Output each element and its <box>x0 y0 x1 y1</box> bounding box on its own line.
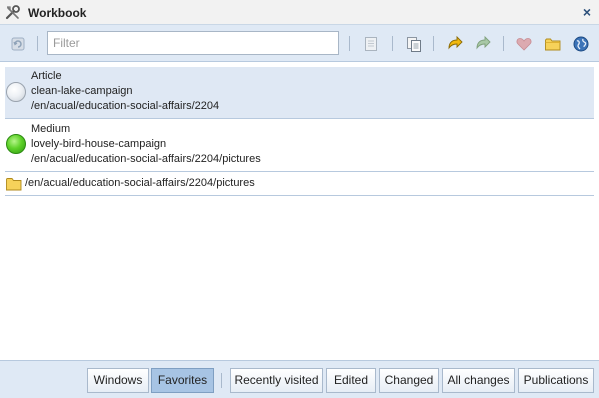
toolbar-separator <box>392 36 393 51</box>
list-item[interactable]: Article clean-lake-campaign /en/acual/ed… <box>5 67 594 119</box>
item-name: lovely-bird-house-campaign <box>31 138 167 150</box>
item-type: Article <box>31 70 62 82</box>
folder-open-icon[interactable] <box>544 35 562 53</box>
forward-arrow-icon[interactable] <box>473 35 491 53</box>
toolbar-separator <box>349 36 350 51</box>
document-icon[interactable] <box>362 35 380 53</box>
item-path: /en/acual/education-social-affairs/2204/… <box>25 177 255 189</box>
list-item[interactable]: Medium lovely-bird-house-campaign /en/ac… <box>5 119 594 172</box>
tools-icon <box>5 5 21 21</box>
toolbar-separator <box>503 36 504 51</box>
toolbar-separator <box>37 36 38 51</box>
tab-recently-visited[interactable]: Recently visited <box>230 368 323 393</box>
close-icon[interactable]: × <box>580 4 594 20</box>
folder-icon <box>6 177 22 191</box>
back-arrow-icon[interactable] <box>445 35 463 53</box>
heart-icon[interactable] <box>515 35 533 53</box>
list-item[interactable]: /en/acual/education-social-affairs/2204/… <box>5 172 594 196</box>
item-name: clean-lake-campaign <box>31 85 133 97</box>
tab-changed[interactable]: Changed <box>379 368 439 393</box>
tab-windows[interactable]: Windows <box>87 368 149 393</box>
toolbar <box>0 25 599 62</box>
copy-icon[interactable] <box>405 35 423 53</box>
tab-publications[interactable]: Publications <box>518 368 594 393</box>
item-path: /en/acual/education-social-affairs/2204/… <box>31 153 261 165</box>
footer-tabbar: Windows Favorites Recently visited Edite… <box>0 360 599 398</box>
item-type: Medium <box>31 123 71 135</box>
item-path: /en/acual/education-social-affairs/2204 <box>31 100 220 112</box>
tab-favorites[interactable]: Favorites <box>151 368 214 393</box>
green-circle-icon <box>6 134 26 154</box>
footer-separator <box>221 373 222 388</box>
window-titlebar: Workbook × <box>0 0 599 25</box>
window-title: Workbook <box>28 6 87 20</box>
grey-circle-icon <box>6 82 26 102</box>
tab-all-changes[interactable]: All changes <box>442 368 515 393</box>
tab-edited[interactable]: Edited <box>326 368 376 393</box>
filter-input[interactable] <box>47 31 339 55</box>
refresh-icon[interactable] <box>9 35 27 53</box>
toolbar-separator <box>433 36 434 51</box>
globe-icon[interactable] <box>572 35 590 53</box>
